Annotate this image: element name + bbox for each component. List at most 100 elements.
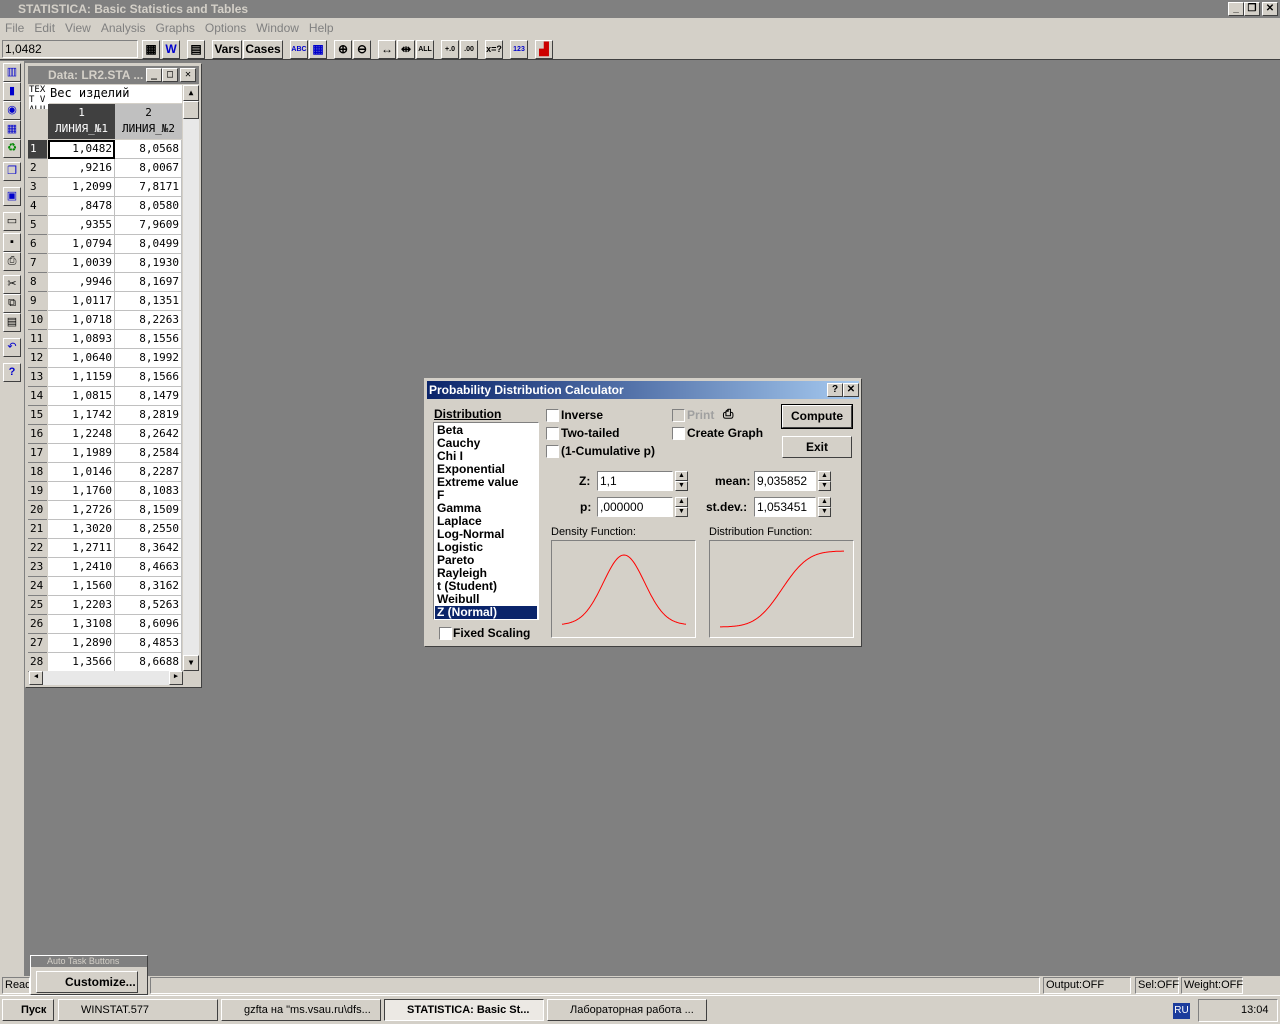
menu-graphs[interactable]: Graphs — [156, 21, 195, 35]
spin-down-icon[interactable]: ▼ — [675, 481, 688, 491]
open-icon[interactable]: ▭ — [3, 212, 21, 231]
data-minimize-button[interactable]: _ — [146, 68, 162, 82]
compute-button[interactable]: Compute — [781, 404, 853, 429]
menu-file[interactable]: File — [5, 21, 24, 35]
table-cell[interactable]: 1,1560 — [48, 577, 115, 596]
z-input[interactable]: 1,1 — [597, 471, 673, 491]
scroll-down-button[interactable]: ▼ — [183, 655, 199, 671]
dialog-close-button[interactable]: ✕ — [843, 383, 859, 397]
row-header[interactable]: 6 — [28, 235, 47, 254]
table-cell[interactable]: 1,0039 — [48, 254, 115, 273]
table-cell[interactable]: 1,2711 — [48, 539, 115, 558]
table-cell[interactable]: 1,1760 — [48, 482, 115, 501]
save-icon[interactable]: ▪ — [3, 233, 21, 252]
table-cell[interactable]: 8,1556 — [115, 330, 182, 349]
abc123-icon[interactable]: 123 — [510, 40, 528, 59]
recycle-icon[interactable]: ♻ — [3, 139, 21, 158]
menu-analysis[interactable]: Analysis — [101, 21, 146, 35]
inverse-checkbox[interactable] — [546, 409, 559, 422]
table-cell[interactable]: 1,3566 — [48, 653, 115, 672]
widen-column-icon[interactable]: ↔ — [378, 40, 396, 59]
table-cell[interactable]: 8,5263 — [115, 596, 182, 615]
table-cell[interactable]: 1,2099 — [48, 178, 115, 197]
zoom-in-icon[interactable]: ⊕ — [334, 40, 352, 59]
table-cell[interactable]: 1,2890 — [48, 634, 115, 653]
task-word-doc[interactable]: Лабораторная работа ... — [547, 999, 707, 1021]
row-header[interactable]: 23 — [28, 558, 47, 577]
menu-options[interactable]: Options — [205, 21, 246, 35]
row-header[interactable]: 15 — [28, 406, 47, 425]
zoom-out-icon[interactable]: ⊖ — [353, 40, 371, 59]
table-cell[interactable]: 8,3162 — [115, 577, 182, 596]
word-icon[interactable]: W — [162, 40, 180, 59]
task-gzfta[interactable]: gzfta на "ms.vsau.ru\dfs... — [221, 999, 381, 1021]
table-cell[interactable]: 1,2248 — [48, 425, 115, 444]
row-header[interactable]: 20 — [28, 501, 47, 520]
row-header[interactable]: 10 — [28, 311, 47, 330]
row-header[interactable]: 21 — [28, 520, 47, 539]
table-cell[interactable]: 8,1566 — [115, 368, 182, 387]
menu-window[interactable]: Window — [256, 21, 299, 35]
narrow-column-icon[interactable]: ⇹ — [397, 40, 415, 59]
table-cell[interactable]: 8,4663 — [115, 558, 182, 577]
workbook-icon[interactable]: ▦ — [142, 40, 160, 59]
row-header[interactable]: 1 — [28, 140, 47, 159]
table-cell[interactable]: 8,1479 — [115, 387, 182, 406]
table-cell[interactable]: 8,4853 — [115, 634, 182, 653]
task-winstat[interactable]: WINSTAT.577 — [58, 999, 218, 1021]
table-cell[interactable]: 8,2584 — [115, 444, 182, 463]
row-header[interactable]: 12 — [28, 349, 47, 368]
one-minus-cumulative-checkbox[interactable] — [546, 445, 559, 458]
table-cell[interactable]: 8,1509 — [115, 501, 182, 520]
scroll-right-button[interactable]: ▶ — [169, 671, 183, 685]
table-cell[interactable]: 8,0568 — [115, 140, 182, 159]
scroll-thumb[interactable] — [183, 101, 199, 119]
vars-button[interactable]: Vars — [212, 40, 242, 59]
table-cell[interactable]: 8,1083 — [115, 482, 182, 501]
table-cell[interactable]: 8,6096 — [115, 615, 182, 634]
table-cell[interactable]: 8,2642 — [115, 425, 182, 444]
z-spinner[interactable]: ▲ ▼ — [675, 471, 688, 492]
row-header[interactable]: 18 — [28, 463, 47, 482]
exit-button[interactable]: Exit — [782, 436, 852, 458]
row-header[interactable]: 8 — [28, 273, 47, 292]
distribution-item[interactable]: Z (Normal) — [435, 606, 537, 619]
cut-icon[interactable]: ✂ — [3, 275, 21, 294]
add-decimal-icon[interactable]: +.0 — [441, 40, 459, 59]
row-header[interactable]: 27 — [28, 634, 47, 653]
spin-up-icon[interactable]: ▲ — [675, 497, 688, 507]
table-cell[interactable]: 1,1742 — [48, 406, 115, 425]
p-input[interactable]: ,000000 — [597, 497, 673, 517]
print-preview-icon[interactable]: ▣ — [3, 187, 21, 206]
dialog-help-button[interactable]: ? — [827, 383, 843, 397]
remove-decimal-icon[interactable]: .00 — [460, 40, 478, 59]
all-columns-icon[interactable]: ALL — [416, 40, 434, 59]
table-cell[interactable]: 8,2263 — [115, 311, 182, 330]
table-cell[interactable]: 1,0482 — [48, 140, 115, 159]
table-cell[interactable]: 7,8171 — [115, 178, 182, 197]
table-cell[interactable]: ,9946 — [48, 273, 115, 292]
spin-down-icon[interactable]: ▼ — [818, 481, 831, 491]
customize-button[interactable]: Customize... — [36, 971, 138, 993]
table-cell[interactable]: 8,0499 — [115, 235, 182, 254]
data-maximize-button[interactable]: □ — [162, 68, 178, 82]
printer-icon[interactable]: ⎙ — [3, 252, 21, 271]
table-cell[interactable]: 8,1930 — [115, 254, 182, 273]
row-header[interactable]: 7 — [28, 254, 47, 273]
table-cell[interactable]: 1,1159 — [48, 368, 115, 387]
table-cell[interactable]: 1,0794 — [48, 235, 115, 254]
table-cell[interactable]: ,9355 — [48, 216, 115, 235]
window-icon[interactable]: ❐ — [3, 162, 21, 181]
row-header[interactable]: 25 — [28, 596, 47, 615]
table-cell[interactable]: 1,1989 — [48, 444, 115, 463]
row-header[interactable]: 17 — [28, 444, 47, 463]
copy-icon[interactable]: ⧉ — [3, 294, 21, 313]
row-header[interactable]: 28 — [28, 653, 47, 672]
row-header[interactable]: 24 — [28, 577, 47, 596]
table-cell[interactable]: 1,0718 — [48, 311, 115, 330]
table-icon[interactable]: ▦ — [3, 120, 21, 139]
spin-down-icon[interactable]: ▼ — [675, 507, 688, 517]
vertical-scrollbar[interactable] — [183, 101, 199, 655]
table-cell[interactable]: 8,2819 — [115, 406, 182, 425]
stats-icon[interactable]: ▥ — [3, 63, 21, 82]
